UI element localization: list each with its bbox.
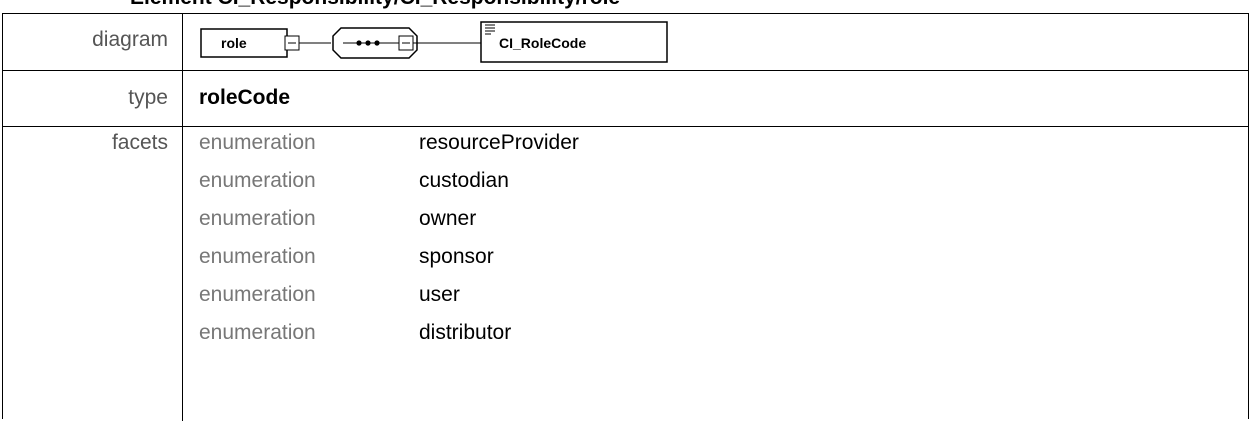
facets-row: facets enumeration resourceProvider enum… bbox=[3, 126, 1248, 421]
facet-value: custodian bbox=[419, 169, 509, 192]
facet-kind: enumeration bbox=[199, 283, 316, 306]
facet-value: sponsor bbox=[419, 245, 494, 268]
role-element-label: role bbox=[221, 35, 247, 51]
facet-value: user bbox=[419, 283, 460, 306]
facet-kind: enumeration bbox=[199, 321, 316, 344]
facet-kind: enumeration bbox=[199, 169, 316, 192]
diagram-label: diagram bbox=[92, 28, 168, 51]
page-heading: Element CI_Responsibility/CI_Responsibil… bbox=[130, 0, 620, 10]
type-row: type roleCode bbox=[3, 70, 1248, 127]
element-properties-table: diagram role CI_RoleCode type roleCode f… bbox=[2, 13, 1249, 421]
type-value-link[interactable]: roleCode bbox=[199, 86, 290, 110]
diagram-row: diagram role CI_RoleCode bbox=[3, 14, 1248, 70]
facet-value: owner bbox=[419, 207, 477, 230]
facet-kind: enumeration bbox=[199, 245, 316, 268]
facets-label: facets bbox=[111, 131, 168, 154]
facet-kind: enumeration bbox=[199, 207, 316, 230]
facet-kind: enumeration bbox=[199, 131, 316, 154]
schema-diagram: role CI_RoleCode bbox=[200, 21, 668, 63]
facet-value: resourceProvider bbox=[419, 131, 579, 154]
facet-value: distributor bbox=[419, 321, 512, 344]
type-element-label: CI_RoleCode bbox=[499, 35, 586, 51]
type-label: type bbox=[128, 86, 168, 109]
